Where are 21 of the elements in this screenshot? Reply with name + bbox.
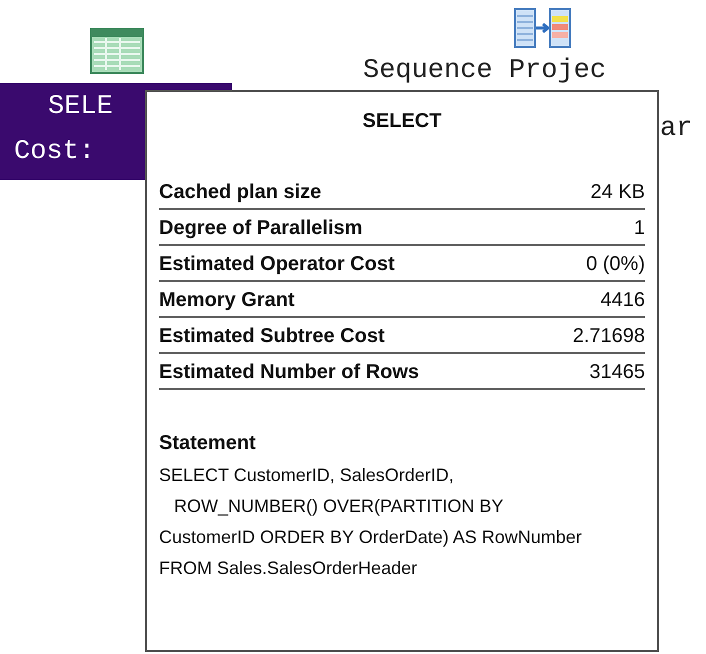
- statement-heading: Statement: [159, 431, 256, 456]
- property-value: 4416: [600, 288, 645, 313]
- node-text[interactable]: Sequence Projec: [363, 55, 606, 87]
- property-value: 24 KB: [590, 180, 645, 205]
- node-text: Cost:: [14, 136, 96, 169]
- node-text: SELE: [47, 91, 113, 124]
- sequence-project-icon: [514, 8, 572, 48]
- property-label: Estimated Operator Cost: [159, 252, 395, 277]
- table-icon: [90, 28, 144, 74]
- property-label: Cached plan size: [159, 180, 322, 205]
- property-value: 31465: [589, 360, 645, 385]
- property-label: Estimated Subtree Cost: [159, 324, 385, 349]
- property-value: 2.71698: [572, 324, 645, 349]
- tooltip-title: SELECT: [362, 109, 442, 134]
- statement-text: SELECT CustomerID, SalesOrderID, ROW_NUMBER() OVER(PARTITION BY CustomerID ORDER BY OrderDate) AS RowNumber FROM Sales.SalesOrderHeader: [159, 464, 583, 580]
- property-value: 0 (0%): [586, 252, 645, 277]
- node-text[interactable]: ar: [660, 113, 692, 145]
- property-label: Memory Grant: [159, 288, 295, 313]
- property-label: Degree of Parallelism: [159, 216, 362, 241]
- property-value: 1: [634, 216, 645, 241]
- property-label: Estimated Number of Rows: [159, 360, 420, 385]
